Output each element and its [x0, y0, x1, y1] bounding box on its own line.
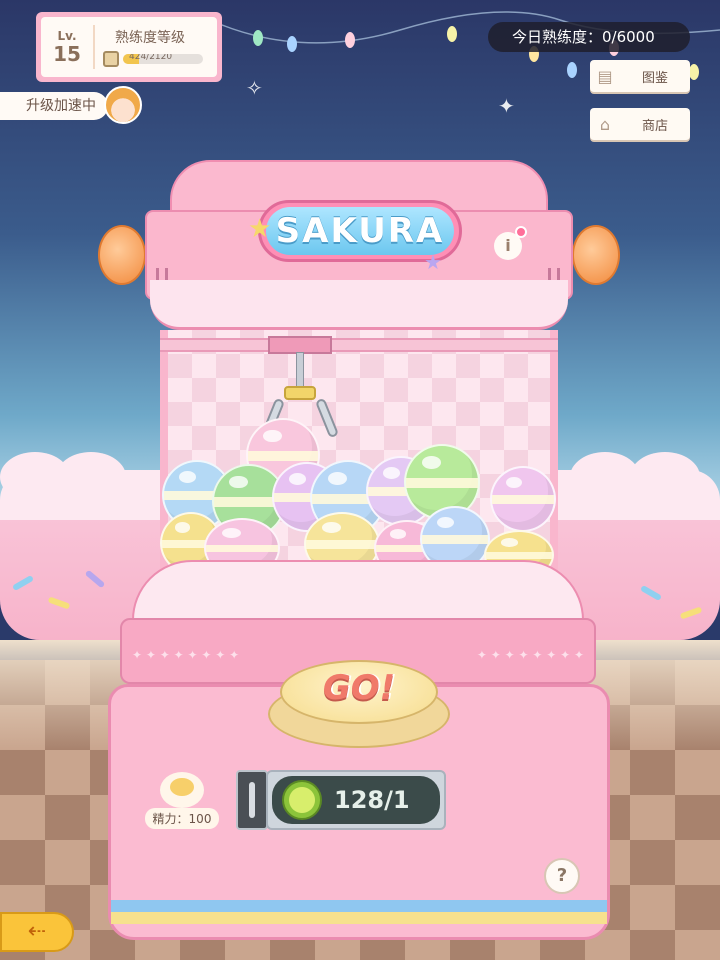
- coin-count: 128/1: [334, 786, 410, 814]
- back-button[interactable]: ⇠: [0, 912, 74, 952]
- stamina-text: 精力：100: [144, 808, 220, 829]
- go-button-label: GO!: [322, 668, 396, 708]
- claw-rail: [160, 338, 558, 352]
- machine-left-light: [98, 225, 146, 285]
- claw-machine: SAKURA ★ ★ i ✦ ✦ ✦ ✦ ✦ ✦ ✦ ✦ ✦ ✦ ✦ ✦ ✦ ✦ …: [0, 0, 720, 960]
- star-icon: ★: [248, 214, 272, 244]
- sakura-sign-text: SAKURA: [266, 207, 454, 255]
- machine-right-light: [572, 225, 620, 285]
- stamina-face-icon: [160, 772, 204, 808]
- machine-canopy: [150, 280, 568, 330]
- coin-panel: 128/1: [266, 770, 446, 830]
- help-button[interactable]: ?: [544, 858, 580, 894]
- coin-icon: [282, 780, 322, 820]
- go-button[interactable]: GO!: [268, 658, 450, 750]
- claw-hub: [284, 386, 316, 400]
- back-arrow-icon: ⇠: [27, 919, 47, 944]
- cabinet-stripe-yellow: [111, 912, 607, 924]
- stamina-indicator: 精力：100: [138, 772, 226, 829]
- cabinet-stripe-blue: [111, 900, 607, 912]
- star-icon: ★: [424, 250, 442, 274]
- prize-capsule: [490, 466, 556, 532]
- coin-slot: [236, 770, 268, 830]
- notification-dot: [515, 226, 527, 238]
- claw-rod: [296, 352, 304, 388]
